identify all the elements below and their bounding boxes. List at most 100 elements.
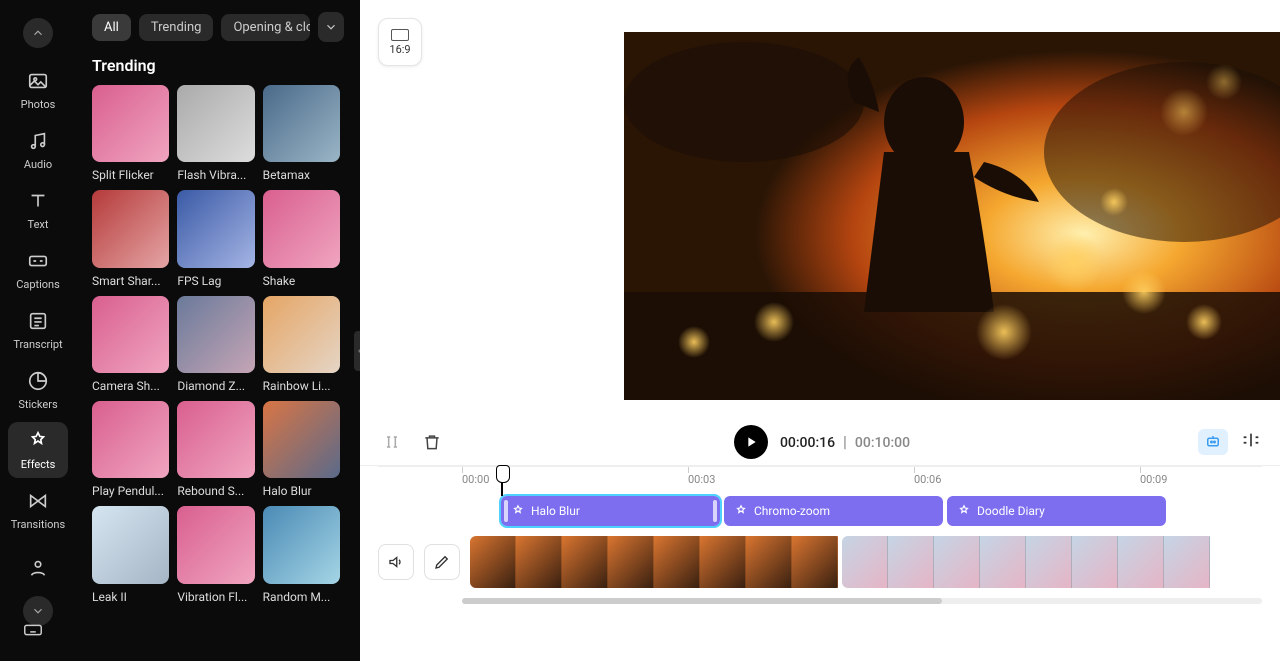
transitions-icon [27, 490, 49, 512]
chip-all[interactable]: All [92, 14, 131, 41]
keyboard-icon[interactable] [22, 619, 44, 645]
effect-card[interactable]: Shake [263, 190, 340, 287]
sidebar-item-captions[interactable]: Captions [8, 242, 68, 298]
collapse-button[interactable] [23, 18, 53, 48]
effect-thumbnail [263, 401, 340, 478]
effect-label: Flash Vibra... [177, 168, 254, 182]
stickers-icon [27, 370, 49, 392]
effect-label: Shake [263, 274, 340, 288]
media-clip[interactable] [842, 536, 1214, 588]
pencil-icon [433, 553, 451, 571]
media-frame [654, 536, 700, 588]
media-frame [746, 536, 792, 588]
delete-button[interactable] [418, 428, 446, 456]
aspect-ratio-button[interactable]: 16:9 [378, 18, 422, 66]
play-button[interactable] [734, 425, 768, 459]
edit-track-button[interactable] [424, 544, 460, 580]
effect-card[interactable]: Flash Vibra... [177, 85, 254, 182]
effect-thumbnail [177, 401, 254, 478]
scrollbar-thumb[interactable] [462, 598, 942, 604]
effects-panel: All Trending Opening & clo Trending Spli… [76, 0, 360, 661]
effect-card[interactable]: Diamond Z... [177, 296, 254, 393]
captions-icon [27, 250, 49, 272]
effect-label: Rainbow Li... [263, 379, 340, 393]
sidebar-item-text[interactable]: Text [8, 182, 68, 238]
effect-card[interactable]: Vibration Fl... [177, 506, 254, 603]
sidebar-item-label: Captions [16, 278, 60, 291]
video-preview[interactable] [624, 32, 1280, 400]
effects-icon [27, 430, 49, 452]
sidebar-item-label: Text [28, 218, 49, 231]
timeline-scrollbar[interactable] [462, 598, 1262, 604]
media-frame [1118, 536, 1164, 588]
effect-card[interactable]: Betamax [263, 85, 340, 182]
effect-label: Smart Shar... [92, 274, 169, 288]
sparkle-icon [511, 504, 525, 518]
effect-card[interactable]: Random M... [263, 506, 340, 603]
sidebar-item-transitions[interactable]: Transitions [8, 482, 68, 538]
chip-trending[interactable]: Trending [139, 14, 214, 41]
clip-handle-left[interactable] [504, 500, 508, 522]
media-frame [980, 536, 1026, 588]
text-icon [27, 190, 49, 212]
effect-thumbnail [177, 190, 254, 267]
effect-card[interactable]: Split Flicker [92, 85, 169, 182]
chevron-down-icon [324, 20, 338, 34]
split-icon-svg [1240, 429, 1262, 451]
effect-card[interactable]: Smart Shar... [92, 190, 169, 287]
section-title: Trending [92, 56, 344, 75]
chip-opening[interactable]: Opening & clo [221, 14, 310, 41]
effect-thumbnail [92, 190, 169, 267]
preview-frame [624, 32, 1280, 400]
effect-thumbnail [263, 190, 340, 267]
trash-icon [422, 432, 442, 452]
effect-thumbnail [263, 296, 340, 373]
sidebar-item-effects[interactable]: Effects [8, 422, 68, 478]
effect-thumbnail [263, 85, 340, 162]
photo-icon [27, 70, 49, 92]
transcript-icon [27, 310, 49, 332]
sidebar-item-label: Stickers [18, 398, 57, 411]
trim-button[interactable] [378, 428, 406, 456]
sidebar-item-transcript[interactable]: Transcript [8, 302, 68, 358]
clip-label: Halo Blur [531, 504, 580, 518]
ai-button[interactable] [1198, 429, 1228, 455]
sidebar-item-stickers[interactable]: Stickers [8, 362, 68, 418]
effect-card[interactable]: Play Pendul... [92, 401, 169, 498]
timeline-ruler[interactable]: 00:0000:0300:0600:09 [378, 466, 1262, 496]
effect-clip[interactable]: Halo Blur [501, 496, 720, 526]
effect-clip[interactable]: Chromo-zoom [724, 496, 943, 526]
effect-thumbnail [263, 506, 340, 583]
chip-more[interactable] [318, 12, 344, 42]
clip-handle-right[interactable] [713, 500, 717, 522]
effect-clip[interactable]: Doodle Diary [947, 496, 1166, 526]
effect-label: Camera Sh... [92, 379, 169, 393]
effect-card[interactable]: Halo Blur [263, 401, 340, 498]
sidebar-item-photos[interactable]: Photos [8, 62, 68, 118]
ruler-tick: 00:03 [688, 473, 715, 486]
effect-card[interactable]: Rainbow Li... [263, 296, 340, 393]
media-frame [842, 536, 888, 588]
effect-label: Rebound S... [177, 484, 254, 498]
ruler-tick: 00:09 [1140, 473, 1167, 486]
time-display: 00:00:16 | 00:10:00 [780, 432, 910, 451]
sidebar-item-more[interactable] [8, 550, 68, 586]
effect-card[interactable]: Camera Sh... [92, 296, 169, 393]
media-track [470, 536, 1262, 588]
canvas-area: 16:9 [360, 0, 1280, 418]
media-frame [700, 536, 746, 588]
media-row [378, 534, 1262, 590]
sidebar-item-label: Photos [21, 98, 56, 111]
sparkle-icon [734, 504, 748, 518]
mute-button[interactable] [378, 544, 414, 580]
playhead[interactable] [501, 467, 503, 496]
sidebar-item-audio[interactable]: Audio [8, 122, 68, 178]
effect-card[interactable]: Rebound S... [177, 401, 254, 498]
effect-card[interactable]: Leak II [92, 506, 169, 603]
split-button[interactable] [1240, 429, 1262, 455]
total-time: 00:10:00 [855, 435, 910, 451]
effect-card[interactable]: FPS Lag [177, 190, 254, 287]
clip-label: Doodle Diary [977, 504, 1045, 518]
media-clip[interactable] [470, 536, 842, 588]
sidebar-item-label: Effects [21, 458, 56, 471]
